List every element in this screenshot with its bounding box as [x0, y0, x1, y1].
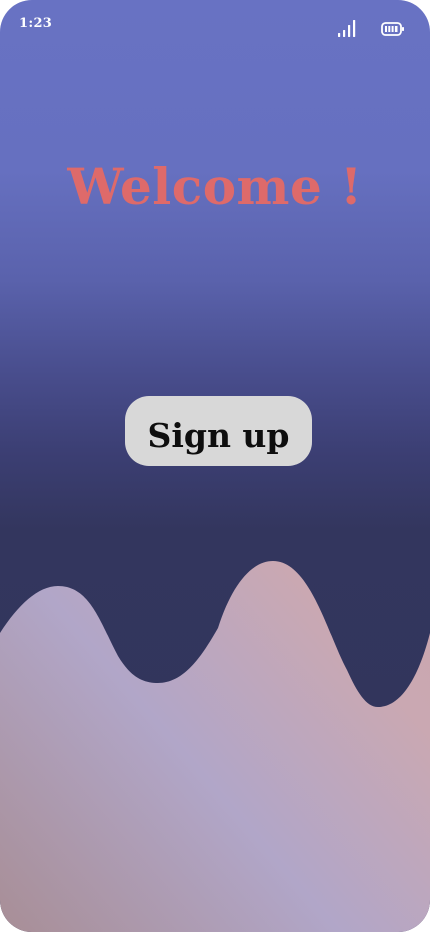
- welcome-screen: 1:23 Welcome ! Sign up: [0, 0, 430, 932]
- welcome-title: Welcome !: [67, 157, 363, 216]
- status-time: 1:23: [19, 16, 53, 31]
- cellular-signal-icon: [338, 20, 356, 37]
- sign-up-button[interactable]: Sign up: [125, 396, 312, 466]
- battery-full-icon: [381, 22, 404, 36]
- status-bar: 1:23: [0, 0, 430, 50]
